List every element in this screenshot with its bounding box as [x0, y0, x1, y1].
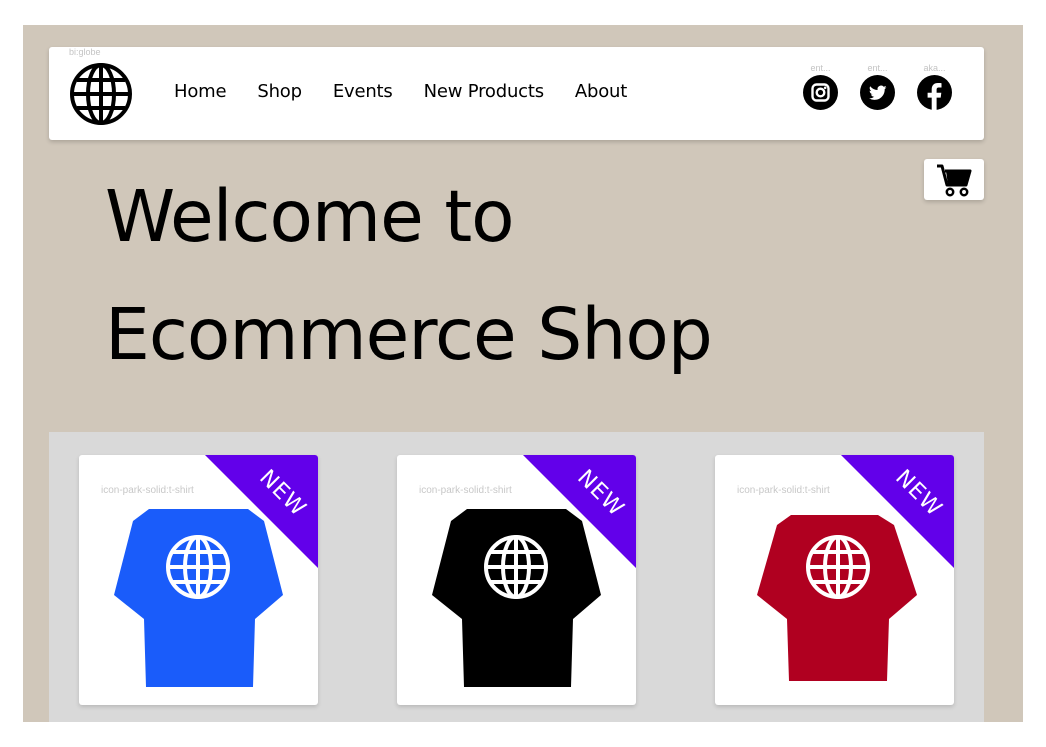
nav-about[interactable]: About: [575, 81, 627, 102]
t-shirt-icon: [114, 509, 283, 687]
product-card[interactable]: NEW icon-park-solid:t-shirt: [79, 455, 318, 705]
hero-line-1: Welcome to: [105, 175, 515, 258]
hero-line-2: Ecommerce Shop: [105, 293, 713, 376]
hero-title: Welcome to Ecommerce Shop: [105, 158, 805, 394]
globe-icon[interactable]: [69, 62, 133, 126]
social-caption: ent...: [810, 63, 831, 73]
product-card[interactable]: NEW icon-park-solid:t-shirt: [715, 455, 954, 705]
instagram-icon: [803, 75, 838, 110]
globe-icon: [806, 535, 870, 599]
social-facebook[interactable]: aka...: [917, 61, 952, 110]
main-nav: Home Shop Events New Products About: [174, 81, 658, 102]
twitter-icon: [860, 75, 895, 110]
product-card[interactable]: NEW icon-park-solid:t-shirt: [397, 455, 636, 705]
nav-shop[interactable]: Shop: [257, 81, 302, 102]
product-caption: icon-park-solid:t-shirt: [101, 485, 194, 496]
globe-icon: [484, 535, 548, 599]
social-caption: ent...: [867, 63, 888, 73]
nav-home[interactable]: Home: [174, 81, 227, 102]
facebook-icon: [917, 75, 952, 110]
nav-events[interactable]: Events: [333, 81, 393, 102]
navbar: bi:globe Home Shop Events New Products A…: [49, 47, 984, 140]
page-frame: bi:globe Home Shop Events New Products A…: [23, 25, 1023, 722]
t-shirt-icon: [432, 509, 601, 687]
cart-button[interactable]: [924, 159, 984, 200]
product-grid: NEW icon-park-solid:t-shirt NEW icon-par…: [49, 432, 984, 722]
globe-icon: [166, 535, 230, 599]
product-caption: icon-park-solid:t-shirt: [737, 485, 830, 496]
product-caption: icon-park-solid:t-shirt: [419, 485, 512, 496]
social-caption: aka...: [923, 63, 946, 73]
nav-new-products[interactable]: New Products: [424, 81, 545, 102]
t-shirt-icon: [757, 515, 917, 681]
shopping-cart-icon: [937, 164, 972, 197]
social-twitter[interactable]: ent...: [860, 61, 895, 110]
social-instagram[interactable]: ent...: [803, 61, 838, 110]
logo-caption: bi:globe: [69, 47, 101, 57]
